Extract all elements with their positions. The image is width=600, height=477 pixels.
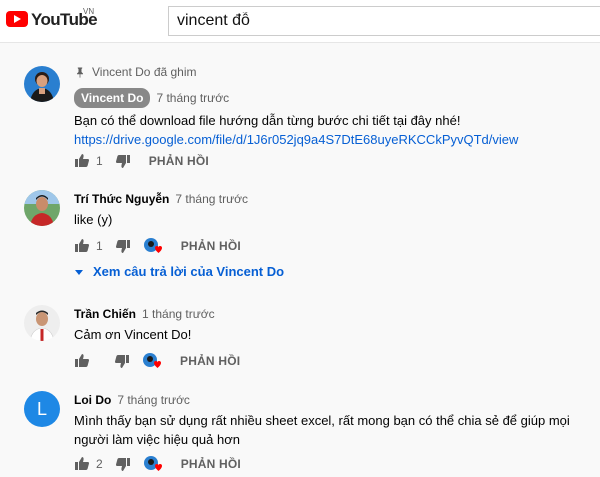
- reply-button[interactable]: PHẢN HỒI: [181, 239, 241, 253]
- avatar[interactable]: [24, 305, 60, 341]
- comment-text: Bạn có thể download file hướng dẫn từng …: [74, 111, 590, 149]
- thumbs-up-icon[interactable]: [74, 153, 90, 169]
- masthead: YouTube VN: [0, 0, 600, 43]
- comment-time[interactable]: 7 tháng trước: [175, 191, 248, 207]
- thumbs-down-icon[interactable]: [114, 353, 130, 369]
- view-replies-label: Xem câu trả lời của Vincent Do: [93, 264, 285, 279]
- comment-text: like (y): [74, 212, 113, 227]
- avatar[interactable]: L: [24, 391, 60, 427]
- search-box: [168, 6, 600, 36]
- avatar-letter: L: [36, 398, 47, 419]
- thumbs-down-icon[interactable]: [115, 456, 131, 472]
- comment-author[interactable]: Trí Thức Nguyễn: [74, 191, 169, 207]
- comment-text: Mình thấy bạn sử dụng rất nhiều sheet ex…: [74, 413, 570, 447]
- reply-button[interactable]: PHẢN HỒI: [181, 457, 241, 471]
- view-replies-button[interactable]: Xem câu trả lời của Vincent Do: [74, 264, 284, 279]
- avatar[interactable]: [24, 66, 60, 102]
- youtube-logo[interactable]: YouTube VN: [6, 7, 111, 32]
- country-code: VN: [83, 7, 95, 16]
- comment-actions: 1 PHẢN HỒI: [74, 236, 241, 256]
- comment-time[interactable]: 7 tháng trước: [117, 392, 190, 408]
- search-input[interactable]: [169, 7, 600, 35]
- thumbs-down-icon[interactable]: [115, 153, 131, 169]
- like-count: 1: [96, 154, 103, 168]
- pinned-label: Vincent Do đã ghim: [92, 65, 197, 79]
- youtube-logo-icon: [6, 11, 28, 27]
- pin-icon: [77, 67, 83, 78]
- caret-down-icon: [75, 269, 83, 275]
- thumbs-up-icon[interactable]: [74, 353, 90, 369]
- pinned-indicator: Vincent Do đã ghim: [74, 64, 590, 80]
- comment-time[interactable]: 7 tháng trước: [156, 90, 229, 106]
- comment-actions: 1 PHẢN HỒI: [74, 151, 209, 171]
- comment-author[interactable]: Loi Do: [74, 392, 111, 408]
- comment-link[interactable]: https://drive.google.com/file/d/1J6r052j…: [74, 132, 518, 147]
- comment-text: Cảm ơn Vincent Do!: [74, 327, 192, 342]
- avatar[interactable]: [24, 190, 60, 226]
- thumbs-up-icon[interactable]: [74, 238, 90, 254]
- creator-heart-icon: [143, 353, 161, 368]
- comment-actions: PHẢN HỒI: [74, 351, 240, 371]
- like-count: 2: [96, 457, 103, 471]
- comment-author[interactable]: Vincent Do: [74, 88, 151, 108]
- like-count: 1: [96, 239, 103, 253]
- thumbs-down-icon[interactable]: [115, 238, 131, 254]
- creator-heart-icon: [143, 238, 162, 253]
- comment-actions: 2 PHẢN HỒI: [74, 454, 241, 474]
- comment-time[interactable]: 1 tháng trước: [142, 306, 215, 322]
- creator-heart-icon: [143, 456, 162, 471]
- reply-button[interactable]: PHẢN HỒI: [149, 154, 209, 168]
- reply-button[interactable]: PHẢN HỒI: [180, 354, 240, 368]
- comment-text-line: Bạn có thể download file hướng dẫn từng …: [74, 113, 461, 128]
- comment-author[interactable]: Trần Chiến: [74, 306, 136, 322]
- thumbs-up-icon[interactable]: [74, 456, 90, 472]
